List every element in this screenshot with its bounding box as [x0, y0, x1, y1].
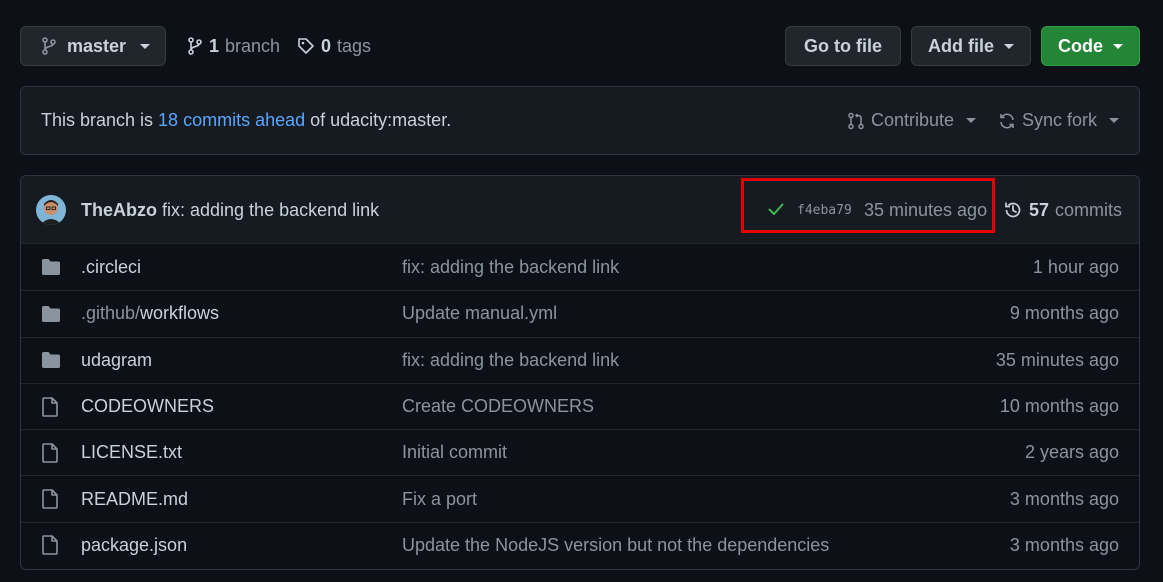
- chevron-down-icon: [966, 118, 977, 123]
- branch-status-box: This branch is 18 commits ahead of udaci…: [20, 86, 1140, 155]
- file-commit-age: 35 minutes ago: [995, 349, 1119, 370]
- file-row[interactable]: .github/workflows Update manual.yml 9 mo…: [21, 290, 1139, 336]
- branch-status-prefix: This branch is: [41, 110, 154, 130]
- file-rows: .circleci fix: adding the backend link 1…: [21, 244, 1139, 568]
- commit-time: 35 minutes ago: [864, 199, 988, 220]
- history-icon: [1003, 200, 1023, 220]
- commit-label: commits: [1055, 199, 1123, 220]
- file-commit-message-link[interactable]: fix: adding the backend link: [402, 350, 619, 371]
- git-branch-icon: [41, 37, 57, 55]
- commit-author-link[interactable]: TheAbzo: [81, 200, 157, 221]
- tag-label: tags: [337, 35, 372, 56]
- chevron-down-icon: [1113, 43, 1123, 49]
- avatar[interactable]: [36, 195, 66, 225]
- check-icon[interactable]: [767, 200, 785, 218]
- file-commit-age: 9 months ago: [1009, 303, 1119, 324]
- file-name: udagram: [81, 349, 153, 370]
- file-name: LICENSE.txt: [81, 442, 183, 463]
- contribute-button[interactable]: Contribute: [847, 87, 977, 154]
- git-branch-icon: [187, 37, 203, 55]
- file-row[interactable]: LICENSE.txt Initial commit 2 years ago: [21, 429, 1139, 475]
- chevron-down-icon: [1109, 118, 1120, 123]
- file-row[interactable]: README.md Fix a port 3 months ago: [21, 475, 1139, 521]
- file-commit-age: 2 years ago: [1024, 442, 1119, 463]
- go-to-file-button[interactable]: Go to file: [785, 26, 901, 66]
- contribute-label: Contribute: [871, 110, 955, 130]
- branch-status-message: This branch is 18 commits ahead of udaci…: [41, 87, 451, 154]
- go-to-file-label: Go to file: [804, 35, 882, 56]
- file-icon: [41, 443, 59, 463]
- commit-history-link[interactable]: 57 commits: [1003, 176, 1122, 244]
- code-label: Code: [1058, 35, 1103, 56]
- file-listing: TheAbzo fix: adding the backend link f4e…: [20, 175, 1140, 570]
- file-commit-message-link[interactable]: Create CODEOWNERS: [402, 396, 594, 417]
- file-commit-age: 1 hour ago: [1032, 256, 1119, 277]
- file-name: workflows: [140, 303, 220, 324]
- file-commit-message-link[interactable]: Initial commit: [402, 442, 507, 463]
- commit-message-link[interactable]: fix: adding the backend link: [162, 200, 379, 221]
- file-name-link[interactable]: LICENSE.txt: [81, 442, 182, 463]
- branches-link[interactable]: 1 branch: [187, 26, 280, 66]
- file-name-link[interactable]: CODEOWNERS: [81, 396, 214, 417]
- chevron-down-icon: [1004, 43, 1014, 49]
- branch-select-button[interactable]: master: [20, 26, 166, 66]
- file-row[interactable]: package.json Update the NodeJS version b…: [21, 521, 1139, 568]
- file-name-prefix: .github/: [81, 303, 141, 324]
- latest-commit-bar: TheAbzo fix: adding the backend link f4e…: [21, 176, 1139, 244]
- sync-fork-button[interactable]: Sync fork: [998, 87, 1120, 154]
- branch-name: master: [67, 35, 127, 56]
- file-commit-message-link[interactable]: fix: adding the backend link: [402, 257, 619, 278]
- file-icon: [41, 489, 59, 509]
- folder-icon: [41, 305, 61, 323]
- file-name-link[interactable]: README.md: [81, 489, 188, 510]
- file-row[interactable]: .circleci fix: adding the backend link 1…: [21, 244, 1139, 290]
- commits-ahead-link[interactable]: 18 commits ahead: [158, 110, 305, 131]
- tags-link[interactable]: 0 tags: [297, 26, 371, 66]
- pull-request-icon: [847, 112, 865, 130]
- file-name: .circleci: [81, 256, 142, 277]
- file-row[interactable]: CODEOWNERS Create CODEOWNERS 10 months a…: [21, 382, 1139, 429]
- file-commit-age: 3 months ago: [1009, 488, 1119, 509]
- file-commit-age: 3 months ago: [1009, 534, 1119, 555]
- commit-count: 57: [1029, 199, 1050, 220]
- file-name-link[interactable]: package.json: [81, 535, 187, 556]
- folder-icon: [41, 351, 61, 369]
- folder-icon: [41, 258, 61, 276]
- add-file-label: Add file: [928, 35, 994, 56]
- file-name: README.md: [81, 488, 189, 509]
- sync-icon: [998, 112, 1016, 130]
- file-name: package.json: [81, 534, 188, 555]
- add-file-button[interactable]: Add file: [911, 26, 1031, 66]
- tag-count: 0: [321, 35, 332, 56]
- branch-status-suffix: of udacity:master.: [310, 110, 452, 130]
- file-name-link[interactable]: udagram: [81, 350, 152, 371]
- chevron-down-icon: [140, 43, 151, 49]
- branch-label: branch: [225, 35, 281, 56]
- file-icon: [41, 396, 59, 417]
- file-row[interactable]: udagram fix: adding the backend link 35 …: [21, 336, 1139, 383]
- sync-fork-label: Sync fork: [1022, 110, 1098, 130]
- commit-sha-link[interactable]: f4eba79: [797, 176, 852, 244]
- file-name-link[interactable]: .github/workflows: [81, 303, 219, 324]
- file-name-link[interactable]: .circleci: [81, 257, 141, 278]
- file-commit-message-link[interactable]: Fix a port: [402, 489, 477, 510]
- tag-icon: [297, 37, 315, 55]
- file-commit-message-link[interactable]: Update the NodeJS version but not the de…: [402, 535, 829, 556]
- file-commit-message-link[interactable]: Update manual.yml: [402, 303, 557, 324]
- file-name: CODEOWNERS: [81, 396, 215, 417]
- file-commit-age: 10 months ago: [999, 396, 1119, 417]
- branch-count: 1: [209, 35, 220, 56]
- file-icon: [41, 535, 59, 556]
- code-button[interactable]: Code: [1041, 26, 1140, 66]
- repo-toolbar: master 1 branch 0 tags Go to file Add fi…: [20, 26, 1140, 66]
- latest-commit-message: TheAbzo fix: adding the backend link: [81, 176, 379, 244]
